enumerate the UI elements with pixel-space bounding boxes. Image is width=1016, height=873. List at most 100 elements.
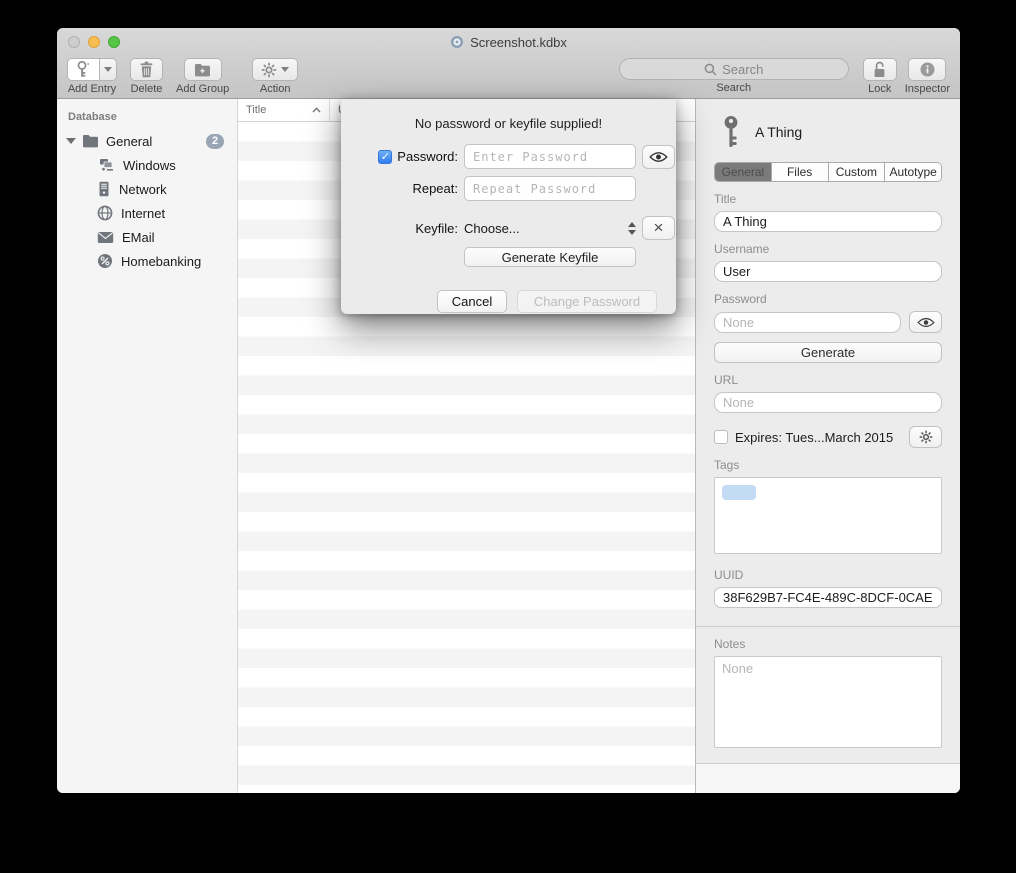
password-checkbox[interactable]: ✓ (378, 150, 392, 164)
add-entry-group: Add Entry (67, 58, 117, 95)
generate-password-button[interactable]: Generate (714, 342, 942, 363)
sidebar-item-label: General (106, 134, 152, 149)
password-field[interactable] (714, 312, 901, 333)
trash-icon (139, 61, 154, 78)
search-placeholder: Search (722, 62, 763, 77)
tag-pill[interactable] (722, 485, 756, 500)
sidebar-item-homebanking[interactable]: Homebanking (57, 249, 237, 273)
generate-keyfile-button[interactable]: Generate Keyfile (464, 247, 636, 267)
gear-icon (919, 430, 933, 444)
toolbar: Add Entry Delete (57, 56, 960, 98)
key-icon (720, 115, 742, 149)
percent-icon (97, 253, 113, 269)
inspector-button[interactable] (908, 58, 946, 81)
sidebar-item-internet[interactable]: Internet (57, 201, 237, 225)
entry-count-badge: 2 (206, 134, 224, 149)
repeat-password-input[interactable] (464, 176, 636, 201)
inspector-tabs: General Files Custom Autotype (714, 162, 942, 182)
username-field-label: Username (714, 242, 942, 256)
lock-open-icon (872, 61, 887, 78)
disclosure-triangle-icon[interactable] (66, 138, 76, 144)
sidebar-item-windows[interactable]: Windows (57, 153, 237, 177)
url-field-label: URL (714, 373, 942, 387)
inspector-label: Inspector (905, 83, 950, 95)
notes-section: Notes (696, 626, 960, 751)
generate-keyfile-label: Generate Keyfile (502, 250, 599, 265)
url-field[interactable] (714, 392, 942, 413)
sidebar-item-email[interactable]: EMail (57, 225, 237, 249)
add-entry-dropdown-button[interactable] (100, 58, 117, 81)
search-icon (704, 63, 717, 76)
username-field[interactable] (714, 261, 942, 282)
folder-icon (82, 134, 99, 148)
change-password-button[interactable]: Change Password (517, 290, 657, 313)
add-group-button[interactable] (184, 58, 222, 81)
tags-field[interactable] (714, 477, 942, 554)
change-password-label: Change Password (534, 294, 640, 309)
title-field[interactable] (714, 211, 942, 232)
chevron-down-icon (104, 67, 112, 72)
tab-general[interactable]: General (715, 163, 772, 181)
action-button[interactable] (252, 58, 298, 81)
window-chrome: Screenshot.kdbx (57, 28, 960, 99)
eye-icon (649, 151, 668, 163)
windows-network-icon (97, 158, 115, 173)
add-entry-label: Add Entry (68, 83, 116, 95)
keyfile-value: Choose... (464, 221, 520, 236)
reveal-password-button[interactable] (909, 311, 942, 333)
column-header-title[interactable]: Title (238, 99, 330, 121)
inspector-group: Inspector (905, 58, 950, 95)
folder-plus-icon (194, 63, 211, 77)
search-input[interactable]: Search (619, 58, 849, 80)
keyfile-popup[interactable]: Choose... (464, 221, 636, 236)
info-icon (920, 62, 935, 77)
document-icon (450, 35, 464, 49)
zoom-button[interactable] (108, 36, 120, 48)
sidebar: Database General 2 (57, 99, 238, 793)
password-dialog: No password or keyfile supplied! ✓ Passw… (341, 99, 676, 314)
password-label: Password: (397, 149, 458, 164)
close-button[interactable] (68, 36, 80, 48)
column-label: Title (246, 104, 266, 116)
notes-field[interactable] (714, 656, 942, 748)
delete-button[interactable] (130, 58, 163, 81)
window-title: Screenshot.kdbx (470, 35, 567, 50)
sidebar-item-general[interactable]: General 2 (57, 129, 237, 153)
generate-label: Generate (801, 345, 855, 360)
notes-label: Notes (714, 637, 942, 651)
reveal-password-button[interactable] (642, 145, 675, 169)
tab-autotype[interactable]: Autotype (885, 163, 941, 181)
sort-ascending-icon (312, 107, 321, 113)
title-bar[interactable]: Screenshot.kdbx (57, 28, 960, 56)
dialog-message: No password or keyfile supplied! (341, 116, 676, 131)
expires-settings-button[interactable] (909, 426, 942, 448)
cancel-button[interactable]: Cancel (437, 290, 507, 313)
enter-password-input[interactable] (464, 144, 636, 169)
tags-label: Tags (714, 458, 942, 472)
envelope-icon (97, 231, 114, 244)
cancel-label: Cancel (452, 294, 492, 309)
app-window: Screenshot.kdbx (57, 28, 960, 793)
inspector-panel: A Thing General Files Custom Autotype Ti… (695, 99, 960, 793)
chevron-down-icon (281, 67, 289, 72)
tab-custom[interactable]: Custom (829, 163, 886, 181)
title-field-label: Title (714, 192, 942, 206)
password-field-label: Password (714, 292, 942, 306)
key-plus-icon (76, 61, 91, 78)
tab-files[interactable]: Files (772, 163, 829, 181)
gear-icon (261, 62, 277, 78)
stepper-icon (628, 222, 636, 235)
uuid-field[interactable] (714, 587, 942, 608)
lock-button[interactable] (863, 58, 897, 81)
keyfile-label: Keyfile: (415, 221, 458, 236)
expires-checkbox[interactable] (714, 430, 728, 444)
action-group: Action (252, 58, 298, 95)
sidebar-header: Database (57, 111, 237, 123)
minimize-button[interactable] (88, 36, 100, 48)
server-icon (97, 181, 111, 197)
action-label: Action (260, 83, 291, 95)
clear-keyfile-button[interactable]: × (642, 216, 675, 240)
add-entry-button[interactable] (67, 58, 100, 81)
sidebar-item-network[interactable]: Network (57, 177, 237, 201)
globe-icon (97, 205, 113, 221)
